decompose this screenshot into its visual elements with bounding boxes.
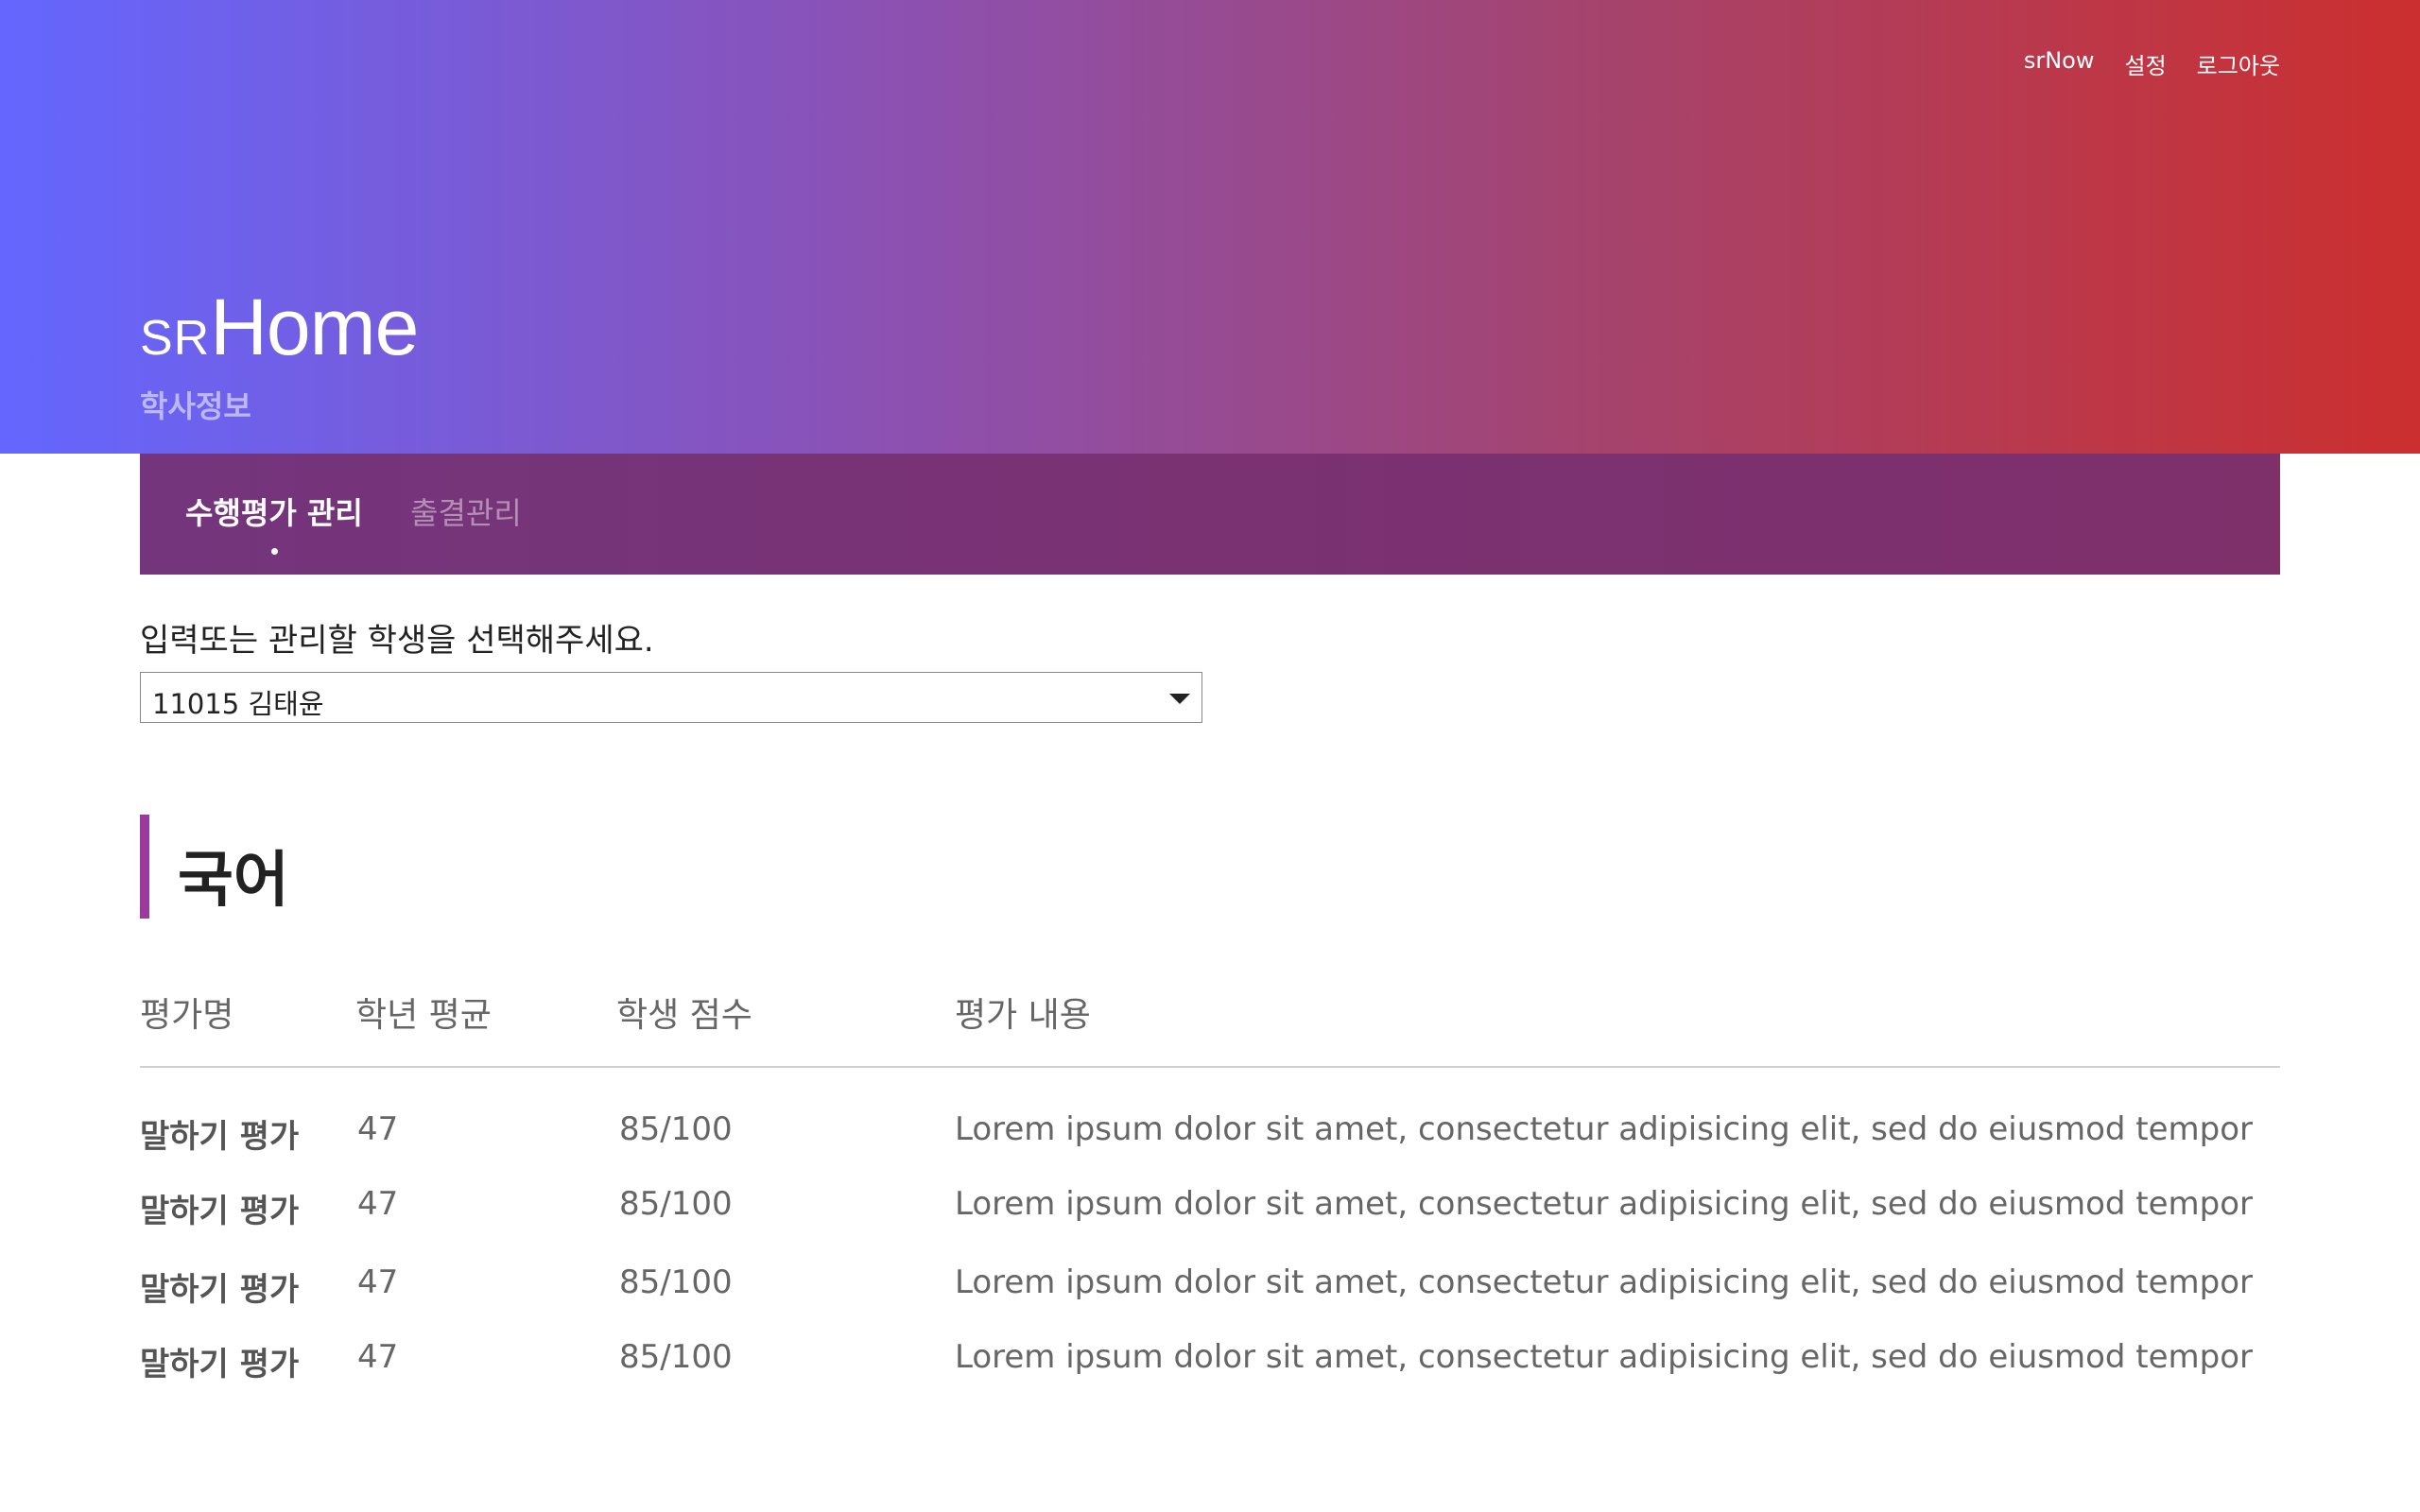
nav-link-srnow[interactable]: srNow xyxy=(2024,47,2095,80)
nav-link-logout[interactable]: 로그아웃 xyxy=(2197,47,2280,80)
row-average: 47 xyxy=(357,1185,399,1223)
row-score: 85/100 xyxy=(619,1110,733,1148)
brand-logo[interactable]: SR Home xyxy=(140,282,419,373)
row-name: 말하기 평가 xyxy=(140,1193,300,1230)
row-name: 말하기 평가 xyxy=(140,1346,300,1383)
header-banner: srNow 설정 로그아웃 SR Home 학사정보 xyxy=(0,0,2420,454)
row-description: Lorem ipsum dolor sit amet, consectetur … xyxy=(955,1110,2254,1148)
row-score: 85/100 xyxy=(619,1263,733,1301)
nav-link-settings[interactable]: 설정 xyxy=(2125,47,2167,80)
row-name: 말하기 평가 xyxy=(140,1118,300,1156)
column-header-grade-average: 학년 평균 xyxy=(355,996,492,1035)
tab-bar: 수행평가 관리 출결관리 xyxy=(140,454,2280,575)
tab-performance-assessment[interactable]: 수행평가 관리 xyxy=(185,490,363,533)
row-score: 85/100 xyxy=(619,1338,733,1376)
active-tab-indicator xyxy=(271,548,278,555)
row-description: Lorem ipsum dolor sit amet, consectetur … xyxy=(955,1338,2254,1376)
row-average: 47 xyxy=(357,1110,399,1148)
column-header-name: 평가명 xyxy=(140,996,234,1035)
section-title: 국어 xyxy=(178,846,289,916)
row-description: Lorem ipsum dolor sit amet, consectetur … xyxy=(955,1263,2254,1301)
brand-main: Home xyxy=(210,283,419,371)
tab-attendance[interactable]: 출결관리 xyxy=(410,490,522,533)
column-header-description: 평가 내용 xyxy=(955,996,1091,1035)
row-description: Lorem ipsum dolor sit amet, consectetur … xyxy=(955,1185,2254,1223)
row-average: 47 xyxy=(357,1263,399,1301)
table-divider xyxy=(140,1066,2280,1068)
column-header-student-score: 학생 점수 xyxy=(616,996,752,1035)
row-average: 47 xyxy=(357,1338,399,1376)
brand-prefix: SR xyxy=(140,311,211,366)
row-name: 말하기 평가 xyxy=(140,1271,300,1309)
section-accent-bar xyxy=(140,815,149,919)
chevron-down-icon xyxy=(1169,694,1190,704)
student-select-prompt: 입력또는 관리할 학생을 선택해주세요. xyxy=(140,622,654,660)
student-select-value: 11015 김태윤 xyxy=(152,688,324,720)
row-score: 85/100 xyxy=(619,1185,733,1223)
top-nav: srNow 설정 로그아웃 xyxy=(2024,47,2280,80)
page-subtitle: 학사정보 xyxy=(140,388,251,424)
student-select[interactable]: 11015 김태윤 xyxy=(140,672,1202,723)
